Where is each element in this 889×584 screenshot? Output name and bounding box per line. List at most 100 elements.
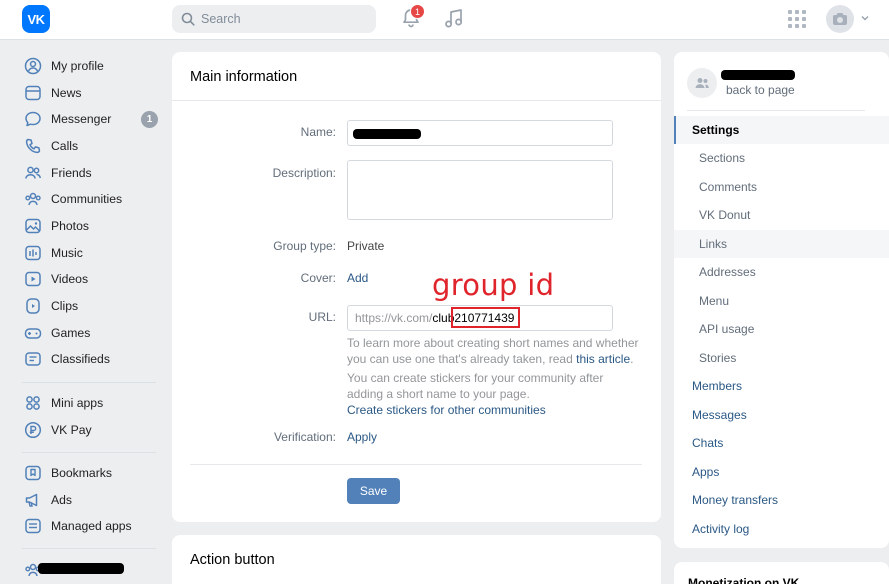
friends-icon <box>25 166 42 179</box>
nav-mini-apps[interactable]: Mini apps <box>22 390 162 416</box>
classifieds-icon <box>25 352 41 366</box>
cover-label: Cover: <box>300 271 336 285</box>
menu-sections[interactable]: Sections <box>674 144 889 172</box>
divider <box>172 100 661 101</box>
group-id-highlight-box <box>451 307 520 328</box>
cover-add-link[interactable]: Add <box>347 271 368 285</box>
menu-menu[interactable]: Menu <box>674 287 889 315</box>
vk-pay-icon <box>24 421 42 439</box>
nav-label: Managed apps <box>51 519 132 533</box>
nav-news[interactable]: News <box>22 80 162 106</box>
description-label: Description: <box>272 166 336 180</box>
menu-comments[interactable]: Comments <box>674 173 889 201</box>
phone-icon <box>25 138 41 154</box>
section-title: Action button <box>190 552 275 568</box>
create-stickers-link[interactable]: Create stickers for other communities <box>347 403 546 417</box>
nav-photos[interactable]: Photos <box>22 213 162 239</box>
divider <box>190 464 642 465</box>
nav-classifieds[interactable]: Classifieds <box>22 346 162 372</box>
name-label: Name: <box>300 125 336 139</box>
search-box[interactable] <box>172 5 376 33</box>
nav-clips[interactable]: Clips <box>22 293 162 319</box>
menu-api-usage[interactable]: API usage <box>674 315 889 343</box>
nav-vk-pay[interactable]: VK Pay <box>22 417 162 443</box>
managed-apps-icon <box>25 518 41 534</box>
description-field[interactable] <box>347 160 613 220</box>
verification-apply-link[interactable]: Apply <box>347 430 377 444</box>
video-icon <box>25 271 41 287</box>
chevron-down-icon[interactable] <box>861 14 869 22</box>
nav-games[interactable]: Games <box>22 320 162 346</box>
nav-communities[interactable]: Communities <box>22 186 162 212</box>
monetization-title: Monetization on VK <box>688 576 800 584</box>
nav-label: Videos <box>51 272 89 286</box>
menu-settings[interactable]: Settings <box>674 116 889 144</box>
nav-bookmarks[interactable]: Bookmarks <box>22 460 162 486</box>
redaction-mark <box>38 563 124 574</box>
nav-videos[interactable]: Videos <box>22 266 162 292</box>
community-avatar[interactable] <box>687 68 717 98</box>
save-button[interactable]: Save <box>347 478 400 504</box>
megaphone-icon <box>25 493 38 507</box>
nav-label: Messenger <box>51 112 112 126</box>
sidebar-divider <box>22 452 156 453</box>
music-note-icon[interactable] <box>444 7 464 29</box>
bookmark-icon <box>25 465 41 481</box>
user-avatar[interactable] <box>826 5 854 33</box>
notification-badge: 1 <box>410 4 425 19</box>
nav-calls[interactable]: Calls <box>22 133 162 159</box>
group-type-value[interactable]: Private <box>347 239 384 253</box>
music-bars-icon <box>25 245 41 261</box>
help-text: You can create stickers for your communi… <box>347 371 604 401</box>
search-input[interactable] <box>201 12 361 26</box>
menu-activity-log[interactable]: Activity log <box>674 515 889 543</box>
nav-label: Ads <box>51 493 73 507</box>
menu-apps[interactable]: Apps <box>674 458 889 486</box>
newspaper-icon <box>25 85 41 101</box>
top-bar: VK 1 <box>0 0 889 40</box>
menu-chats[interactable]: Chats <box>674 429 889 457</box>
camera-icon <box>833 13 847 25</box>
message-bubble-icon <box>25 111 41 127</box>
nav-music[interactable]: Music <box>22 240 162 266</box>
nav-label: Bookmarks <box>51 466 112 480</box>
image-icon <box>25 218 41 234</box>
menu-messages[interactable]: Messages <box>674 401 889 429</box>
menu-stories[interactable]: Stories <box>674 344 889 372</box>
nav-my-profile[interactable]: My profile <box>22 53 162 79</box>
nav-label: Calls <box>51 139 79 153</box>
menu-members[interactable]: Members <box>674 372 889 400</box>
redaction-mark <box>353 129 421 139</box>
main-information-card: Main information Name: Description: Grou… <box>172 52 661 522</box>
nav-managed-apps[interactable]: Managed apps <box>22 513 162 539</box>
back-to-page-link[interactable]: back to page <box>726 83 795 97</box>
nav-label: Music <box>51 246 83 260</box>
menu-addresses[interactable]: Addresses <box>674 258 889 286</box>
sidebar-divider <box>22 382 156 383</box>
nav-label: News <box>51 86 82 100</box>
menu-links[interactable]: Links <box>674 230 889 258</box>
url-help-text: To learn more about creating short names… <box>347 336 639 366</box>
menu-money-transfers[interactable]: Money transfers <box>674 486 889 514</box>
mini-apps-icon <box>26 396 40 410</box>
communities-icon <box>25 192 41 206</box>
apps-grid-icon[interactable] <box>788 10 806 28</box>
url-label: URL: <box>308 310 336 324</box>
nav-label: Photos <box>51 219 89 233</box>
nav-messenger[interactable]: Messenger 1 <box>22 106 162 132</box>
this-article-link[interactable]: this article <box>576 352 630 366</box>
search-icon <box>181 12 195 26</box>
menu-vk-donut[interactable]: VK Donut <box>674 201 889 229</box>
vk-logo[interactable]: VK <box>22 5 50 33</box>
clip-icon <box>26 298 40 314</box>
url-prefix: https://vk.com/ <box>355 311 433 325</box>
monetization-card: Monetization on VK <box>674 562 889 584</box>
nav-friends[interactable]: Friends <box>22 160 162 186</box>
group-id-annotation: group id <box>432 268 555 302</box>
group-icon <box>695 78 709 88</box>
nav-label: Clips <box>51 299 79 313</box>
redaction-mark <box>721 70 795 80</box>
nav-ads[interactable]: Ads <box>22 487 162 513</box>
gamepad-icon <box>24 328 42 339</box>
section-title: Main information <box>190 69 298 85</box>
